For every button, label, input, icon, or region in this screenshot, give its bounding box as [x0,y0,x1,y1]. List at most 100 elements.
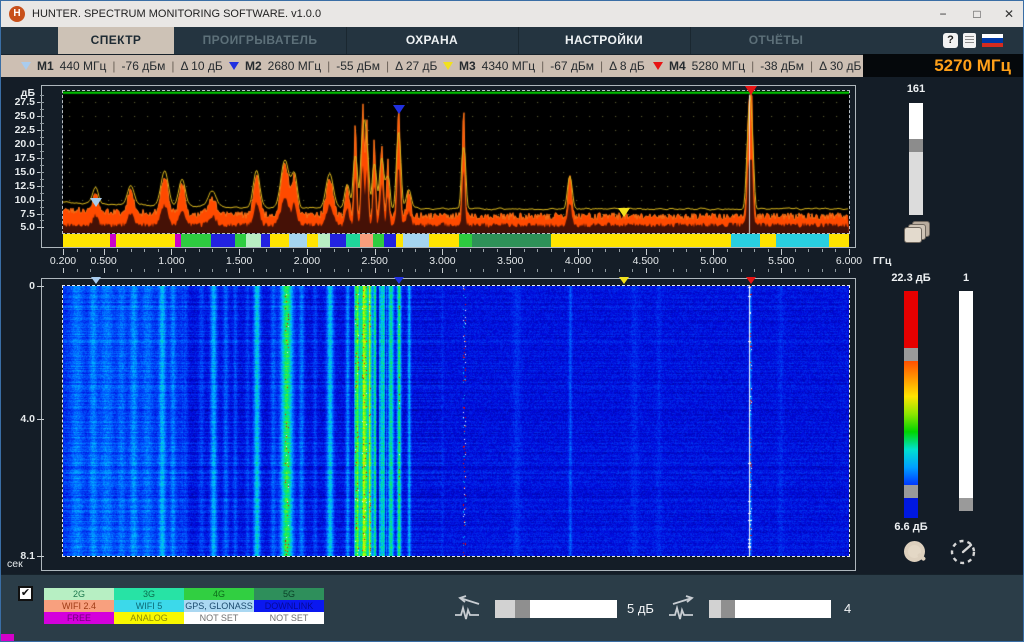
tab-reports[interactable]: ОТЧЁТЫ [690,27,862,54]
marker-m1-plot-triangle[interactable] [90,198,102,207]
x-tick [713,268,714,273]
x-minor-tick [605,249,606,252]
minimize-button[interactable]: − [927,1,959,27]
marker-level: -55 дБм [336,59,380,73]
colormap-scale-slider[interactable] [904,291,918,518]
x-minor-tick [334,249,335,252]
colormap-upper-handle[interactable] [904,348,918,361]
language-flag-icon[interactable] [982,34,1003,47]
x-minor-tick [90,249,91,252]
x-tick [63,268,64,273]
tab-settings[interactable]: НАСТРОЙКИ [518,27,690,54]
tab-separator [346,27,347,54]
depth-slider-handle[interactable] [959,498,973,511]
report-icon[interactable] [963,33,976,48]
y-minor-tick [40,116,44,117]
x-minor-tick [402,269,403,272]
x-minor-tick [144,249,145,252]
x-tick [375,268,376,273]
x-minor-tick [348,249,349,252]
x-minor-tick [470,249,471,252]
marker-readout-m3: M3 4340 МГц | -67 дБм | Δ 8 дБ [443,58,645,74]
band-segment [829,234,849,247]
marker-m3-plot-triangle[interactable] [618,208,630,217]
x-minor-tick [822,249,823,252]
x-tick-label: 2.000 [285,255,329,267]
band-legend-checkbox[interactable]: ✔ [18,586,33,601]
spectrum-plot[interactable] [62,90,850,234]
tab-player[interactable]: ПРОИГРЫВАТЕЛЬ [174,27,346,54]
layers-icon[interactable] [904,221,930,243]
x-minor-tick [415,269,416,272]
maximize-button[interactable]: □ [961,1,993,27]
y-minor-tick [40,102,44,103]
waterfall-y-tick [37,286,44,287]
magnifier-icon[interactable] [902,540,928,566]
tab-spectrum[interactable]: СПЕКТР [58,27,174,54]
marker-level: -67 дБм [550,59,594,73]
accumulation-count-label: 161 [886,83,946,95]
x-tick-label: 0.200 [41,255,85,267]
x-minor-tick [700,249,701,252]
x-minor-tick [266,269,267,272]
x-minor-tick [253,249,254,252]
x-minor-tick [483,249,484,252]
colormap-lower-handle[interactable] [904,485,918,498]
x-minor-tick [605,269,606,272]
y-minor-tick [40,123,44,124]
window-slider-handle[interactable] [721,600,735,618]
marker-level: -76 дБм [122,59,166,73]
waterfall-plot[interactable] [62,285,850,557]
y-tick-label: 17.5 [5,152,35,164]
wave-left-icon [451,593,485,623]
gauge-icon[interactable] [947,535,979,567]
legend-cell: 2G [44,588,114,600]
x-tick [104,268,105,273]
marker-m1-waterfall-triangle[interactable] [91,277,101,284]
x-minor-tick [795,269,796,272]
band-segment [776,234,829,247]
x-tick [849,268,850,273]
scale-min-label: 6.6 дБ [881,521,941,533]
current-frequency-readout: 5270 МГц [863,54,1024,77]
x-minor-tick [199,269,200,272]
x-tick-label: 3.500 [488,255,532,267]
marker-m4-waterfall-triangle[interactable] [746,277,756,284]
x-minor-tick [592,269,593,272]
x-tick-label: 5.000 [691,255,735,267]
marker-freq: 440 МГц [60,59,107,73]
band-segment [360,234,374,247]
marker-m2-triangle-icon [229,62,239,70]
x-minor-tick [741,249,742,252]
marker-m2-plot-triangle[interactable] [393,105,405,114]
y-minor-tick [40,95,44,96]
x-minor-tick [727,249,728,252]
close-button[interactable]: ✕ [993,1,1024,27]
x-minor-tick [835,249,836,252]
x-minor-tick [470,269,471,272]
x-minor-tick [632,249,633,252]
help-icon[interactable]: ? [943,33,958,48]
x-minor-tick [808,269,809,272]
accumulation-slider-handle[interactable] [909,139,923,152]
marker-m2-waterfall-triangle[interactable] [394,277,404,284]
y-tick-label: 7.5 [5,208,35,220]
x-minor-tick [456,269,457,272]
band-segment [403,234,429,247]
threshold-slider[interactable] [495,600,617,618]
depth-slider[interactable] [959,291,973,511]
x-minor-tick [348,269,349,272]
threshold-slider-handle[interactable] [515,600,530,618]
band-segment [181,234,211,247]
x-minor-tick [497,269,498,272]
x-minor-tick [673,269,674,272]
x-minor-tick [808,249,809,252]
accumulation-slider[interactable] [909,103,923,215]
marker-m4-plot-triangle[interactable] [745,86,757,95]
y-minor-tick [40,179,44,180]
x-minor-tick [388,249,389,252]
tab-guard[interactable]: ОХРАНА [346,27,518,54]
window-slider[interactable] [709,600,831,618]
x-minor-tick [659,249,660,252]
marker-m3-waterfall-triangle[interactable] [619,277,629,284]
